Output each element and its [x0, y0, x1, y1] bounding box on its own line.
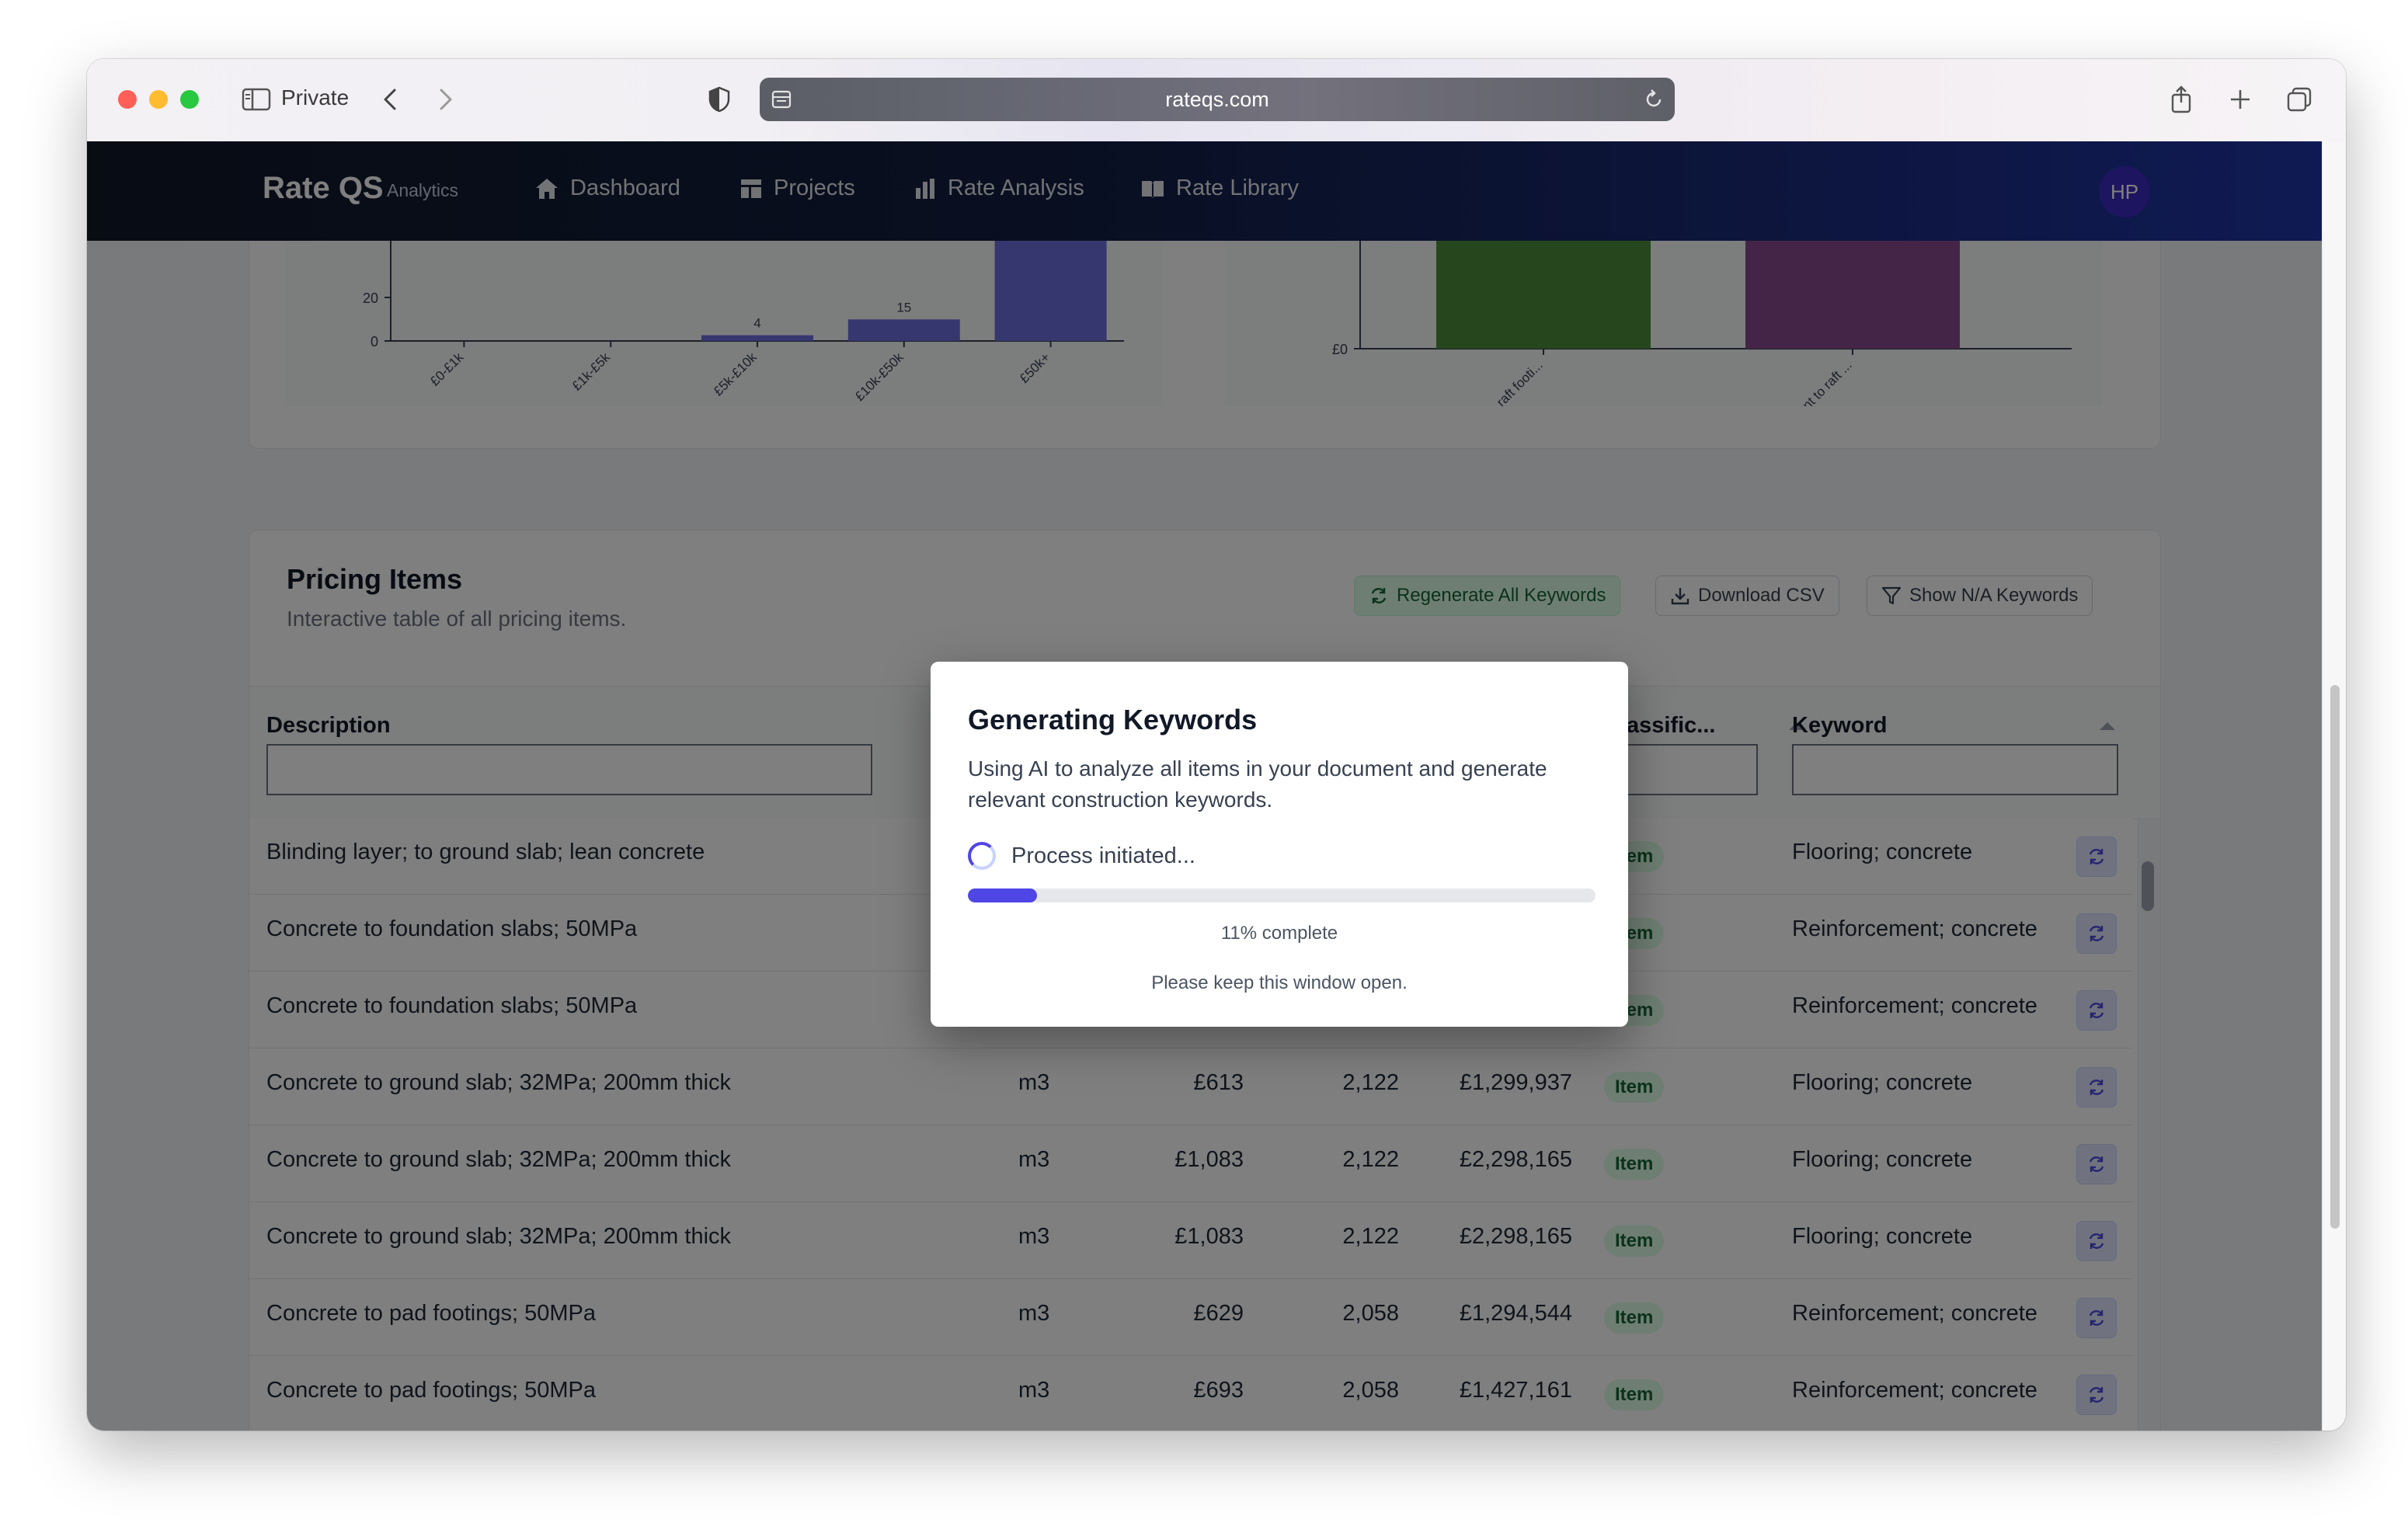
forward-icon[interactable]: [432, 82, 460, 116]
back-icon[interactable]: [376, 82, 404, 116]
privacy-shield-icon[interactable]: [704, 82, 735, 116]
page-scrollbar-thumb[interactable]: [2330, 685, 2340, 1229]
keep-open-note: Please keep this window open.: [1151, 972, 1408, 993]
address-bar[interactable]: rateqs.com: [760, 78, 1675, 121]
tab-overview-icon[interactable]: [2284, 82, 2315, 116]
close-window-button[interactable]: [118, 90, 137, 109]
dialog-status: Process initiated...: [1011, 843, 1195, 868]
zoom-window-button[interactable]: [180, 90, 199, 109]
generating-keywords-dialog: Generating Keywords Using AI to analyze …: [931, 662, 1628, 1027]
private-label: Private: [281, 85, 350, 110]
loading-spinner-icon: [968, 842, 996, 870]
progress-percent: 11% complete: [1220, 923, 1338, 944]
new-tab-icon[interactable]: [2225, 82, 2256, 116]
sidebar-toggle-icon[interactable]: [239, 82, 273, 116]
page-scrollbar[interactable]: [2322, 141, 2346, 1431]
progress-bar-fill: [968, 888, 1037, 902]
reload-icon[interactable]: [1642, 88, 1665, 115]
dialog-description: Using AI to analyze all items in your do…: [968, 756, 1547, 812]
url-text: rateqs.com: [1165, 88, 1269, 111]
minimize-window-button[interactable]: [149, 90, 168, 109]
share-icon[interactable]: [2166, 82, 2197, 116]
browser-window: Private rateqs.com Generating Keywords U…: [87, 59, 2346, 1431]
page-viewport: 200£0-£1k£1k-£5k£5k-£10k4£10k-£50k15£50k…: [87, 141, 2323, 1431]
dialog-title: Generating Keywords: [968, 704, 1258, 735]
browser-toolbar: Private rateqs.com: [87, 59, 2346, 142]
progress-bar: [968, 888, 1595, 902]
